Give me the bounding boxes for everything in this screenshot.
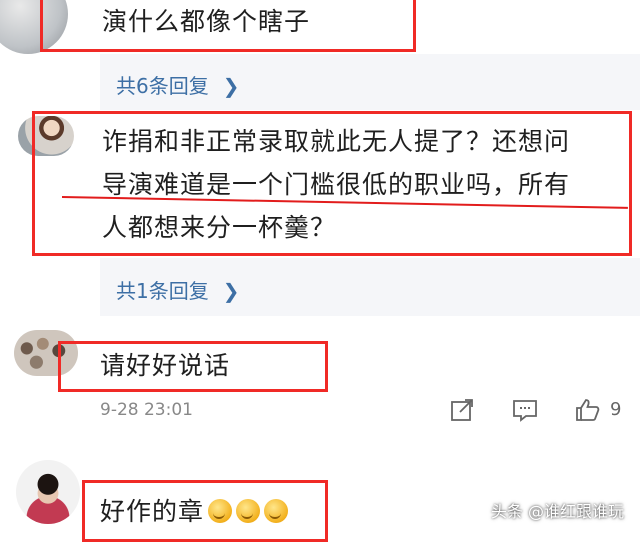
comment-text-line: 导演难道是一个门槛很低的职业吗，所有 (102, 170, 571, 199)
laugh-emoji-icon (264, 499, 289, 523)
share-icon[interactable] (450, 398, 476, 422)
comment-icon[interactable] (512, 398, 538, 422)
comment-text: 演什么都像个瞎子 (102, 7, 311, 36)
comment-timestamp: 9-28 23:01 (100, 400, 193, 420)
reply-panel[interactable]: 共1条回复 ❯ (100, 258, 640, 316)
laugh-emoji-icon (208, 499, 233, 523)
like-count: 9 (610, 399, 622, 420)
chevron-right-icon: ❯ (222, 74, 240, 98)
avatar[interactable] (16, 460, 80, 524)
thumbs-up-icon[interactable] (575, 398, 601, 422)
chevron-right-icon: ❯ (222, 279, 240, 303)
comment-text-line: 诈捐和非正常录取就此无人提了？还想问 (102, 127, 571, 156)
reply-count-link[interactable]: 共1条回复 ❯ (116, 275, 240, 304)
laugh-emoji-icon (236, 499, 261, 523)
reply-count-link[interactable]: 共6条回复 ❯ (116, 70, 240, 99)
comment-text-line: 人都想来分一杯羹？ (102, 213, 337, 242)
comment-text: 请好好说话 (100, 351, 231, 380)
reply-panel[interactable]: 共6条回复 ❯ (100, 54, 640, 110)
watermark: 头条 @谁红跟谁玩 (490, 502, 624, 521)
comment-text: 好作的章 (100, 499, 289, 524)
